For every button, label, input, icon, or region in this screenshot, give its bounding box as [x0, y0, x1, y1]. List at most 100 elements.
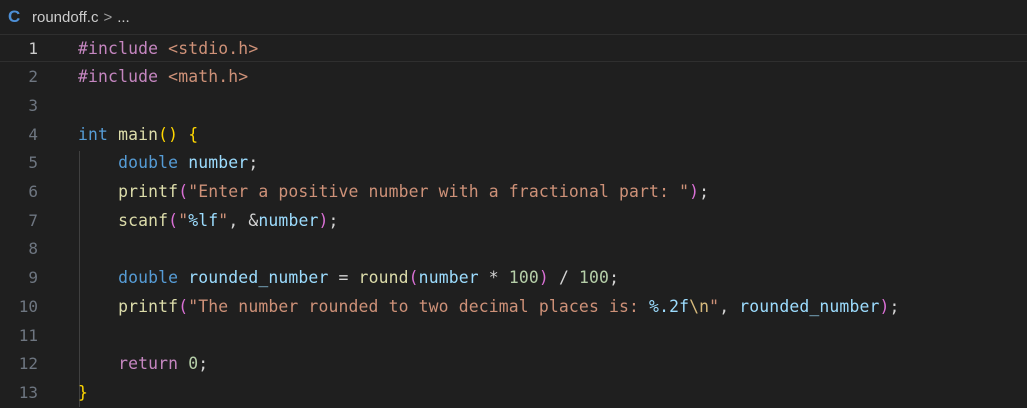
code-token: (	[178, 296, 189, 316]
code-token: return	[118, 354, 189, 374]
code-token: ,	[719, 296, 740, 316]
code-line[interactable]: 2 #include <math.h>	[0, 63, 1027, 91]
code-line[interactable]: 5 double number;	[0, 149, 1027, 177]
code-token: printf	[118, 182, 179, 201]
code-token: number	[258, 210, 319, 230]
line-number: 9	[28, 268, 38, 288]
code-line[interactable]: 13}	[0, 378, 1027, 406]
code-token: ;	[699, 182, 710, 201]
code-token: , &	[228, 210, 259, 230]
code-token: number	[418, 268, 479, 288]
code-token: ()	[158, 124, 179, 144]
line-number: 5	[28, 153, 38, 173]
code-token: }	[78, 382, 89, 402]
code-token: double	[118, 153, 189, 173]
code-token: (	[168, 210, 179, 230]
code-token: "	[178, 210, 189, 230]
code-token: #include	[78, 38, 169, 58]
code-token: *	[478, 268, 509, 288]
code-line[interactable]: 1 #include <stdio.h>	[0, 34, 1027, 62]
line-number: 4	[28, 124, 38, 144]
chevron-right-icon: >	[103, 8, 113, 26]
code-token: {	[188, 124, 199, 144]
code-line[interactable]: 8	[0, 235, 1027, 263]
code-token: main	[118, 124, 159, 144]
code-token: ;	[248, 153, 259, 173]
code-token: int	[78, 124, 119, 144]
code-token: %lf	[188, 210, 219, 230]
code-token: )	[879, 296, 890, 316]
code-text: }	[78, 383, 88, 402]
line-number: 3	[28, 95, 38, 115]
code-text: #include <math.h>	[78, 67, 248, 86]
code-text: #include <stdio.h>	[78, 39, 258, 58]
code-token: %.2f	[649, 296, 690, 316]
line-number: 10	[18, 296, 38, 316]
c-language-icon: C	[8, 7, 21, 26]
code-token: (	[178, 182, 189, 201]
code-line[interactable]: 4 int main() {	[0, 120, 1027, 148]
code-token: #include	[78, 67, 169, 87]
code-text: scanf("%lf", &number);	[78, 211, 339, 230]
code-token: ;	[889, 296, 900, 316]
line-number: 11	[18, 325, 38, 345]
code-token: scanf	[118, 210, 169, 230]
line-number: 6	[28, 182, 38, 201]
code-token: )	[318, 210, 329, 230]
code-token: ;	[328, 210, 339, 230]
code-token: (	[408, 268, 419, 288]
code-token: "	[709, 296, 720, 316]
code-token: /	[548, 268, 579, 288]
code-text: double rounded_number = round(number * 1…	[78, 268, 619, 287]
code-line[interactable]: 7 scanf("%lf", &number);	[0, 206, 1027, 234]
code-token: "Enter a positive number with a fraction…	[188, 182, 690, 201]
code-token: number	[188, 153, 249, 173]
line-number: 12	[18, 354, 38, 374]
code-line[interactable]: 10 printf("The number rounded to two dec…	[0, 292, 1027, 320]
code-token: =	[328, 268, 359, 288]
code-token: 0	[188, 354, 199, 374]
code-token: printf	[118, 296, 179, 316]
code-token: round	[358, 268, 409, 288]
code-text: int main() {	[78, 125, 198, 144]
code-token: ;	[609, 268, 620, 288]
code-text: return 0;	[78, 354, 208, 373]
code-line[interactable]: 12 return 0;	[0, 350, 1027, 378]
line-number: 2	[28, 67, 38, 87]
code-token: rounded_number	[188, 268, 329, 288]
code-text: printf("Enter a positive number with a f…	[78, 182, 709, 201]
code-token: )	[538, 268, 549, 288]
code-token: "	[218, 210, 229, 230]
code-token: )	[689, 182, 700, 201]
code-token: \n	[689, 296, 710, 316]
code-token: ;	[198, 354, 209, 374]
breadcrumb-file[interactable]: roundoff.c	[32, 9, 98, 26]
breadcrumb-symbols[interactable]: ...	[117, 9, 130, 26]
code-text: double number;	[78, 153, 258, 172]
code-editor[interactable]: 1 #include <stdio.h> 2 #include <math.h> 3 4 i…	[0, 34, 1027, 408]
code-token: 100	[579, 268, 610, 288]
code-token: 100	[508, 268, 539, 288]
code-token: rounded_number	[739, 296, 880, 316]
line-number: 7	[28, 210, 38, 230]
line-number: 1	[28, 38, 38, 58]
line-number: 13	[18, 382, 38, 402]
code-line[interactable]: 9 double rounded_number = round(number *…	[0, 264, 1027, 292]
code-token: <stdio.h>	[168, 38, 259, 58]
code-text: printf("The number rounded to two decima…	[78, 297, 900, 316]
line-number: 8	[28, 239, 38, 259]
code-line[interactable]: 11	[0, 321, 1027, 349]
code-token: double	[118, 268, 189, 288]
code-token: "The number rounded to two decimal place…	[188, 296, 650, 316]
code-token: <math.h>	[168, 67, 249, 87]
breadcrumb: C roundoff.c > ...	[0, 0, 1027, 34]
code-line[interactable]: 6 printf("Enter a positive number with a…	[0, 178, 1027, 206]
code-line[interactable]: 3	[0, 91, 1027, 119]
